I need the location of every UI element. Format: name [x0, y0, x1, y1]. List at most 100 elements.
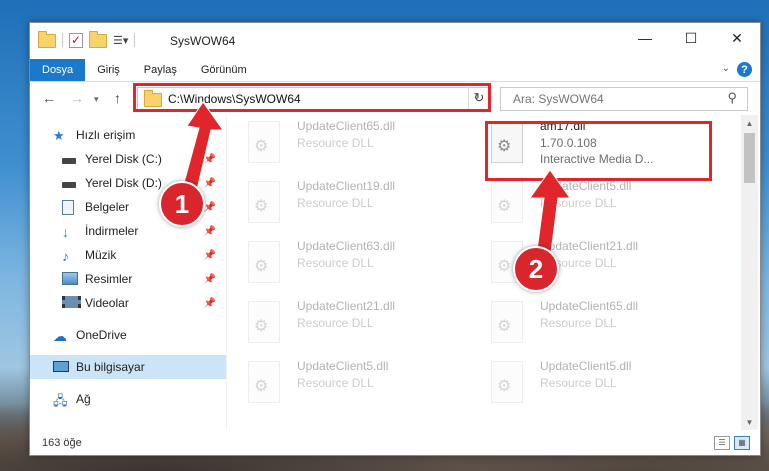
sidebar-item-music[interactable]: ♪ Müzik 📌 — [30, 243, 226, 267]
sidebar-item-network[interactable]: 🖧 Ağ — [30, 387, 226, 411]
dll-file-icon: ⚙ — [248, 361, 280, 403]
details-view-icon[interactable]: ☰ — [714, 436, 730, 450]
file-tile[interactable]: ⚙ UpdateClient5.dll Resource DLL — [483, 355, 713, 407]
gear-icon: ⚙ — [497, 198, 512, 215]
file-tile[interactable]: ⚙ UpdateClient5.dll Resource DLL — [483, 175, 713, 227]
file-type: Resource DLL — [540, 316, 617, 330]
gear-icon: ⚙ — [254, 378, 269, 395]
download-icon: ↓ — [62, 224, 69, 240]
gear-icon: ⚙ — [497, 378, 512, 395]
file-tile[interactable]: ⚙ UpdateClient19.dll Resource DLL — [240, 175, 470, 227]
maximize-button[interactable]: ☐ — [668, 23, 714, 53]
file-type: Resource DLL — [297, 316, 374, 330]
folder-icon — [38, 31, 56, 48]
file-name: UpdateClient21.dll — [297, 299, 396, 313]
gear-icon: ⚙ — [254, 138, 269, 155]
sidebar-item-label: OneDrive — [76, 328, 127, 342]
file-tile[interactable]: ⚙ UpdateClient63.dll Resource DLL — [240, 235, 470, 287]
up-arrow-icon[interactable]: ↑ — [114, 90, 121, 106]
file-name: UpdateClient5.dll — [297, 359, 389, 373]
document-icon — [62, 200, 78, 215]
sidebar-item-label: Resimler — [85, 272, 133, 286]
scroll-down-icon[interactable]: ▼ — [741, 414, 758, 430]
file-name: UpdateClient63.dll — [297, 239, 396, 253]
dll-file-icon: ⚙ — [248, 181, 280, 223]
window-title: SysWOW64 — [170, 34, 236, 48]
pane-divider — [226, 115, 227, 430]
pin-icon[interactable]: 📌 — [204, 226, 216, 237]
step-badge-2: 2 — [513, 246, 559, 292]
sidebar-item-label: Bu bilgisayar — [76, 360, 145, 374]
search-input[interactable] — [511, 91, 715, 107]
sidebar-item-label: Videolar — [85, 296, 129, 310]
properties-icon[interactable]: ✓ — [69, 32, 83, 48]
item-count: 163 öğe — [42, 437, 82, 449]
dll-file-icon: ⚙ — [248, 301, 280, 343]
customize-qat-icon[interactable]: ☰▾ — [113, 34, 128, 47]
dll-file-icon: ⚙ — [248, 121, 280, 163]
gear-icon: ⚙ — [254, 198, 269, 215]
file-tile[interactable]: ⚙ UpdateClient65.dll Resource DLL — [483, 295, 713, 347]
tab-home[interactable]: Giriş — [85, 59, 132, 81]
pictures-icon — [62, 272, 78, 286]
sidebar-item-this-pc[interactable]: Bu bilgisayar — [30, 355, 226, 379]
computer-icon — [53, 360, 69, 374]
search-box[interactable]: ⚲ — [500, 87, 748, 111]
pin-icon[interactable]: 📌 — [204, 250, 216, 261]
sidebar-item-label: Müzik — [85, 248, 117, 262]
scroll-up-icon[interactable]: ▲ — [741, 115, 758, 131]
file-name: UpdateClient65.dll — [540, 299, 639, 313]
gear-icon: ⚙ — [254, 258, 269, 275]
network-icon: 🖧 — [53, 393, 68, 408]
sidebar-item-pictures[interactable]: Resimler 📌 — [30, 267, 226, 291]
sidebar-item-downloads[interactable]: ↓ İndirmeler 📌 — [30, 219, 226, 243]
tab-file[interactable]: Dosya — [30, 59, 86, 81]
file-tile[interactable]: ⚙ UpdateClient5.dll Resource DLL — [240, 355, 470, 407]
drive-icon — [62, 176, 78, 190]
sidebar-item-label: İndirmeler — [85, 224, 139, 238]
minimize-button[interactable]: — — [622, 23, 668, 53]
file-tile[interactable]: ⚙ UpdateClient21.dll Resource DLL — [240, 295, 470, 347]
close-button[interactable]: ✕ — [714, 23, 760, 53]
file-name: UpdateClient65.dll — [297, 119, 396, 133]
view-toggle: ☰ ▦ — [714, 436, 750, 450]
sidebar-item-videos[interactable]: Videolar 📌 — [30, 291, 226, 315]
file-type: Resource DLL — [540, 376, 617, 390]
tab-view[interactable]: Görünüm — [189, 59, 259, 81]
new-folder-icon[interactable] — [89, 31, 107, 48]
video-icon — [62, 296, 81, 310]
sidebar-item-onedrive[interactable]: ☁ OneDrive — [30, 323, 226, 347]
file-name: UpdateClient19.dll — [297, 179, 396, 193]
tiles-view-icon[interactable]: ▦ — [734, 436, 750, 450]
recent-locations-icon[interactable]: ▾ — [94, 94, 99, 105]
sidebar-item-label: Yerel Disk (D:) — [85, 176, 162, 190]
sidebar-item-label: Yerel Disk (C:) — [85, 152, 162, 166]
separator — [62, 33, 63, 47]
scroll-thumb[interactable] — [744, 133, 755, 183]
separator — [134, 33, 136, 47]
title-bar: ✓ ☰▾ SysWOW64 — ☐ ✕ — [30, 23, 760, 59]
sidebar-item-label: Belgeler — [85, 200, 130, 214]
step-badge-1: 1 — [159, 181, 205, 227]
file-name: UpdateClient5.dll — [540, 359, 632, 373]
file-type: Resource DLL — [297, 256, 374, 270]
dll-file-icon: ⚙ — [248, 241, 280, 283]
dll-file-icon: ⚙ — [491, 361, 523, 403]
forward-arrow-icon[interactable]: → — [70, 90, 84, 106]
vertical-scrollbar[interactable]: ▲ ▼ — [741, 115, 758, 430]
back-arrow-icon[interactable]: ← — [42, 90, 56, 106]
pin-icon[interactable]: 📌 — [204, 274, 216, 285]
search-icon: ⚲ — [727, 90, 737, 105]
expand-ribbon-icon[interactable]: ⌄ — [722, 63, 730, 74]
sidebar-item-label: Ağ — [76, 392, 91, 406]
drive-icon — [62, 152, 78, 166]
file-tile[interactable]: ⚙ UpdateClient65.dll Resource DLL — [240, 115, 470, 167]
ribbon-tabs: Dosya Giriş Paylaş Görünüm — [30, 59, 760, 82]
gear-icon: ⚙ — [497, 318, 512, 335]
gear-icon: ⚙ — [497, 258, 512, 275]
help-icon[interactable]: ? — [737, 62, 752, 77]
tab-share[interactable]: Paylaş — [132, 59, 189, 81]
quick-access-toolbar: ✓ ☰▾ — [38, 31, 136, 48]
pin-icon[interactable]: 📌 — [204, 298, 216, 309]
music-icon: ♪ — [62, 248, 69, 264]
